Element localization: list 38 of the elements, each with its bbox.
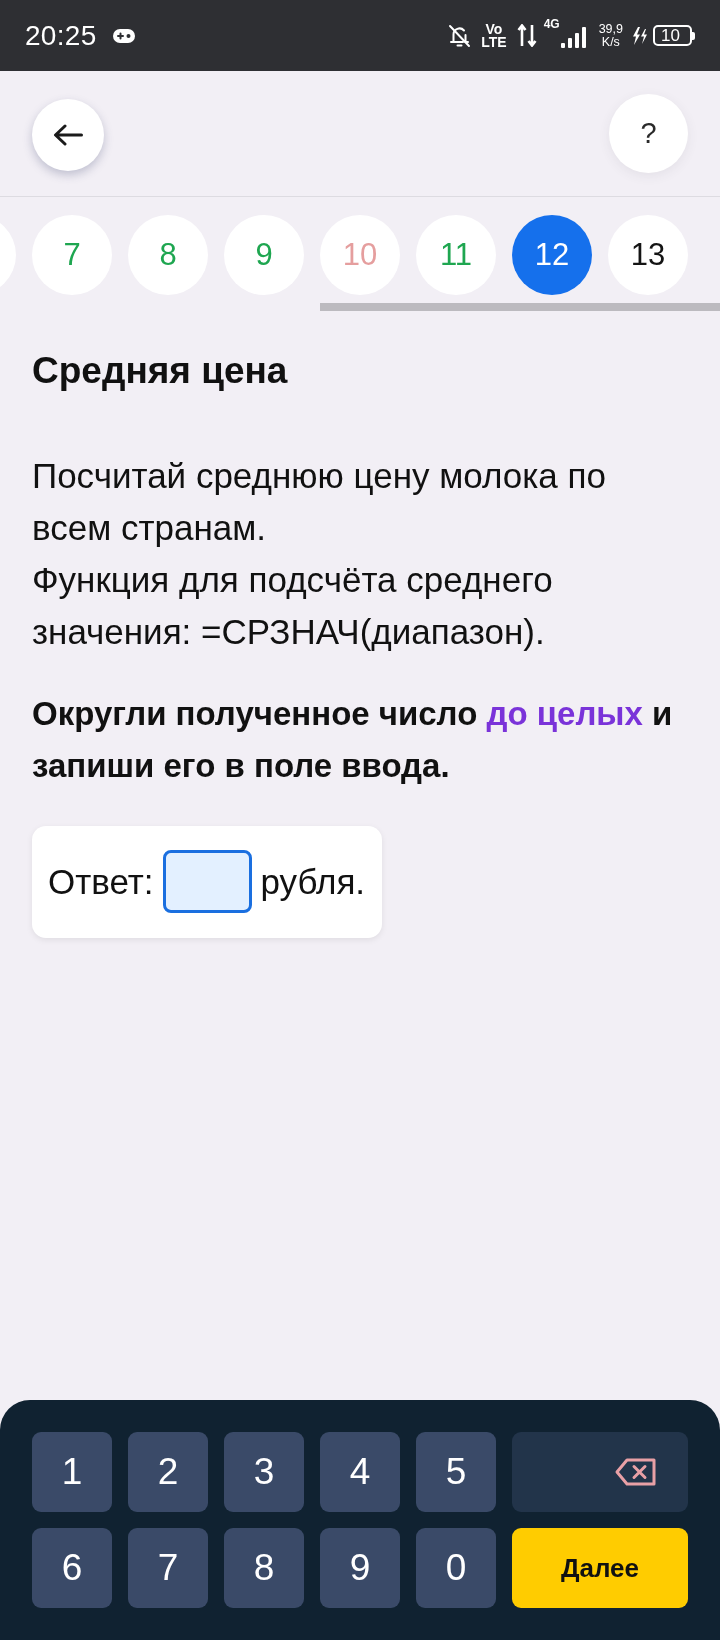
volte-label: Vo [485, 23, 503, 36]
hint-link[interactable]: до целых [486, 695, 643, 732]
charging-icon [633, 26, 648, 45]
question-tab[interactable]: 12 [512, 215, 592, 295]
digit-key[interactable]: 4 [320, 1432, 400, 1512]
bell-off-icon [448, 23, 472, 48]
digit-key[interactable]: 5 [416, 1432, 496, 1512]
digit-key[interactable]: 2 [128, 1432, 208, 1512]
data-arrows-icon [516, 24, 537, 47]
digit-key[interactable]: 8 [224, 1528, 304, 1608]
task-text: Посчитай среднюю цену молока по всем странам. [32, 455, 607, 549]
digit-key[interactable]: 6 [32, 1528, 112, 1608]
signal-icon [560, 27, 587, 48]
help-button[interactable]: ? [609, 94, 688, 173]
speed-value: 39,9 [598, 22, 623, 36]
gamepad-icon [112, 28, 135, 43]
arrow-left-icon [53, 123, 83, 146]
instruction-text: Округли полученное число до целых и запиши его в поле ввода. [32, 694, 674, 786]
clock: 20:25 [25, 19, 97, 52]
digit-key[interactable]: 9 [320, 1528, 400, 1608]
volte-label: LTE [481, 35, 507, 48]
digit-key[interactable]: 1 [32, 1432, 112, 1512]
next-button[interactable]: Далее [512, 1528, 688, 1608]
digit-key[interactable]: 7 [128, 1528, 208, 1608]
question-tab[interactable]: 13 [608, 215, 688, 295]
digit-key[interactable]: 3 [224, 1432, 304, 1512]
answer-unit: рубля. [260, 861, 366, 902]
battery-indicator: 10 [653, 25, 695, 46]
speed-unit: K/s [601, 35, 620, 49]
network-type: 4G [543, 18, 560, 30]
digit-key[interactable]: 0 [416, 1528, 496, 1608]
task-title: Средняя цена [32, 349, 289, 393]
answer-label: Ответ: [48, 861, 154, 902]
back-button[interactable] [32, 98, 104, 171]
answer-field[interactable] [162, 850, 252, 913]
backspace-key[interactable] [512, 1432, 688, 1512]
task-text: Функция для подсчёта среднего значения: =СРЗНАЧ(диапазон). [32, 559, 554, 653]
backspace-icon [615, 1458, 656, 1486]
